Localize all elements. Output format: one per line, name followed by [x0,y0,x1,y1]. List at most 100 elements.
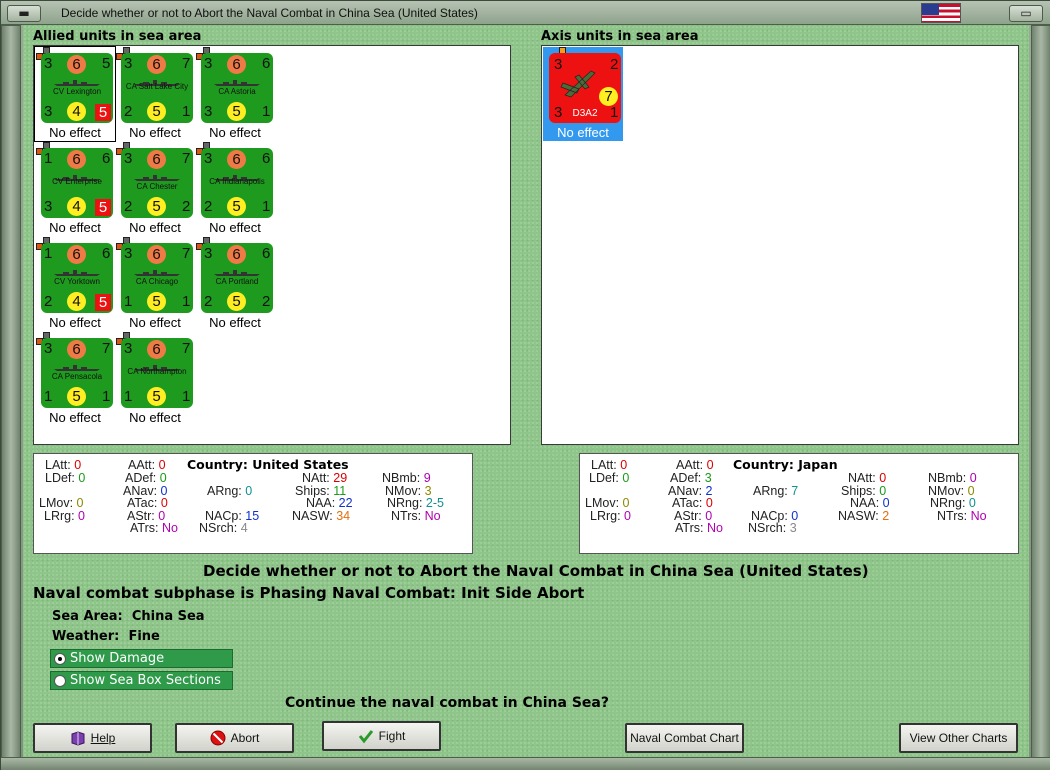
naval-combat-chart-button[interactable]: Naval Combat Chart [625,723,744,753]
stat-atrs: ATrs: No [675,521,723,535]
minimize-button[interactable]: ▬ [7,5,41,22]
attack-value: 6 [227,55,246,74]
counter-top-right: 2 [610,56,619,73]
radio-unchecked-icon[interactable] [54,675,66,687]
window-frame: ▬ Decide whether or not to Abort the Nav… [0,0,1050,770]
counter-top-left: 1 [44,150,53,167]
warship-icon [134,175,180,181]
radio-checked-icon[interactable] [54,653,66,665]
stat-ldef: LDef: 0 [589,471,630,485]
unit-effect: No effect [129,410,181,425]
help-button[interactable]: Help [33,723,152,753]
counter-bottom-left: 1 [44,388,53,405]
unit-counter-face: 3 6 7 CA Pensacola 1 5 1 [41,338,113,408]
allied-stats-box: LAtt: 0 LDef: 0 LMov: 0 LRrg: 0 AAtt: 0 … [33,453,473,554]
us-flag-icon [921,3,961,23]
stat-atac: ATac: 0 [672,496,713,510]
defense-value: 4 [67,197,86,216]
axis-units-panel: 3 2 7 3 D3A2 1 No effect [541,45,1019,445]
stat-natt: NAtt: 0 [848,471,887,485]
unit-name: CA Portland [215,277,259,286]
view-other-charts-button[interactable]: View Other Charts [899,723,1018,753]
attack-value: 6 [67,340,86,359]
counter-top-right: 6 [102,150,111,167]
counter-bottom-left: 3 [44,198,53,215]
abort-button[interactable]: Abort [175,723,294,753]
defense-value: 5 [147,102,166,121]
unit-counter-face: 3 6 7 CA Chicago 1 5 1 [121,243,193,313]
counter-bottom-right: 1 [102,388,111,405]
axis-panel-label: Axis units in sea area [541,29,699,44]
counter-bottom-left: 2 [204,198,213,215]
stat-naa: NAA: 22 [306,496,353,510]
defense-value: 4 [67,102,86,121]
unit-counter-face: 3 6 5 CV Lexington 3 4 5 [41,53,113,123]
allied-unit-counter[interactable]: 3 6 7 CA Pensacola 1 5 1 No effect [35,332,115,426]
no-entry-icon [210,730,226,746]
stat-ntrs: NTrs: No [391,509,441,523]
counter-bottom-right: 5 [95,104,111,121]
counter-bottom-left: 3 [204,103,213,120]
unit-name: CV Lexington [52,87,102,96]
unit-name: CA Pensacola [51,372,103,381]
counter-bottom-right: 1 [182,388,191,405]
defense-value: 5 [227,292,246,311]
counter-bottom-left: 1 [124,293,133,310]
allied-unit-counter[interactable]: 3 6 7 CA Chicago 1 5 1 No effect [115,237,195,331]
allied-unit-counter[interactable]: 3 6 6 CA Indianapolis 2 5 1 No effect [195,142,275,236]
maximize-button[interactable]: ▭ [1009,5,1043,22]
allied-unit-counter[interactable]: 3 6 6 CA Portland 2 5 2 No effect [195,237,275,331]
dialog-content: Allied units in sea area 3 6 5 CV Lexington… [23,25,1029,757]
checkmark-icon [358,730,373,744]
show-damage-option[interactable]: Show Damage [50,649,233,668]
defense-value: 5 [227,197,246,216]
stat-atrs: ATrs: No [130,521,178,535]
counter-top-left: 3 [124,340,133,357]
allied-unit-counter[interactable]: 3 6 6 CA Astoria 3 5 1 No effect [195,47,275,141]
stat-nbmb: NBmb: 0 [928,471,977,485]
sea-area-row: Sea Area: China Sea [52,609,205,624]
unit-effect: No effect [557,125,609,140]
unit-name: CA Chester [136,182,178,191]
allied-unit-counter[interactable]: 3 6 7 CA Chester 2 5 2 No effect [115,142,195,236]
counter-top-right: 5 [102,55,111,72]
counter-top-right: 7 [182,340,191,357]
stat-lrrg: LRrg: 0 [590,509,631,523]
allied-unit-counter[interactable]: 3 6 5 CV Lexington 3 4 5 No effect [34,46,116,142]
defense-value: 5 [227,102,246,121]
counter-top-left: 3 [204,150,213,167]
unit-effect: No effect [209,315,261,330]
counter-top-left: 1 [44,245,53,262]
subphase-text: Naval combat subphase is Phasing Naval C… [33,584,585,602]
stat-nsrch: NSrch: 3 [748,521,797,535]
counter-bottom-left: 2 [204,293,213,310]
stat-nrng: NRng: 2-5 [387,496,444,510]
defense-value: 5 [147,197,166,216]
unit-effect: No effect [209,125,261,140]
title-bar: ▬ Decide whether or not to Abort the Nav… [1,1,1050,25]
allied-unit-counter[interactable]: 3 6 7 CA Salt Lake City 2 5 1 No effect [115,47,195,141]
attack-value: 6 [147,150,166,169]
warship-icon [214,270,260,276]
aircraft-icon [560,70,596,98]
unit-effect: No effect [49,410,101,425]
show-sea-box-option[interactable]: Show Sea Box Sections [50,671,233,690]
attack-value: 6 [67,150,86,169]
allied-panel-label: Allied units in sea area [33,29,202,44]
stat-ntrs: NTrs: No [937,509,987,523]
axis-unit-counter[interactable]: 3 2 7 3 D3A2 1 No effect [543,47,623,141]
stat-nbmb: NBmb: 9 [382,471,431,485]
allied-unit-counter[interactable]: 1 6 6 CV Enterprise 3 4 5 No effect [35,142,115,236]
fight-button[interactable]: Fight [322,721,441,751]
allied-unit-counter[interactable]: 1 6 6 CV Yorktown 2 4 5 No effect [35,237,115,331]
stat-latt: LAtt: 0 [591,458,628,472]
defense-value: 4 [67,292,86,311]
allied-units-panel: 3 6 5 CV Lexington 3 4 5 No effect 3 6 7 CA Salt La… [33,45,511,445]
counter-bottom-left: 2 [124,103,133,120]
unit-effect: No effect [49,220,101,235]
unit-name: CA Northampton [127,367,187,376]
unit-counter-face: 1 6 6 CV Yorktown 2 4 5 [41,243,113,313]
allied-unit-counter[interactable]: 3 6 7 CA Northampton 1 5 1 No effect [115,332,195,426]
counter-top-right: 7 [182,150,191,167]
unit-counter-face: 3 2 7 3 D3A2 1 [549,53,621,123]
